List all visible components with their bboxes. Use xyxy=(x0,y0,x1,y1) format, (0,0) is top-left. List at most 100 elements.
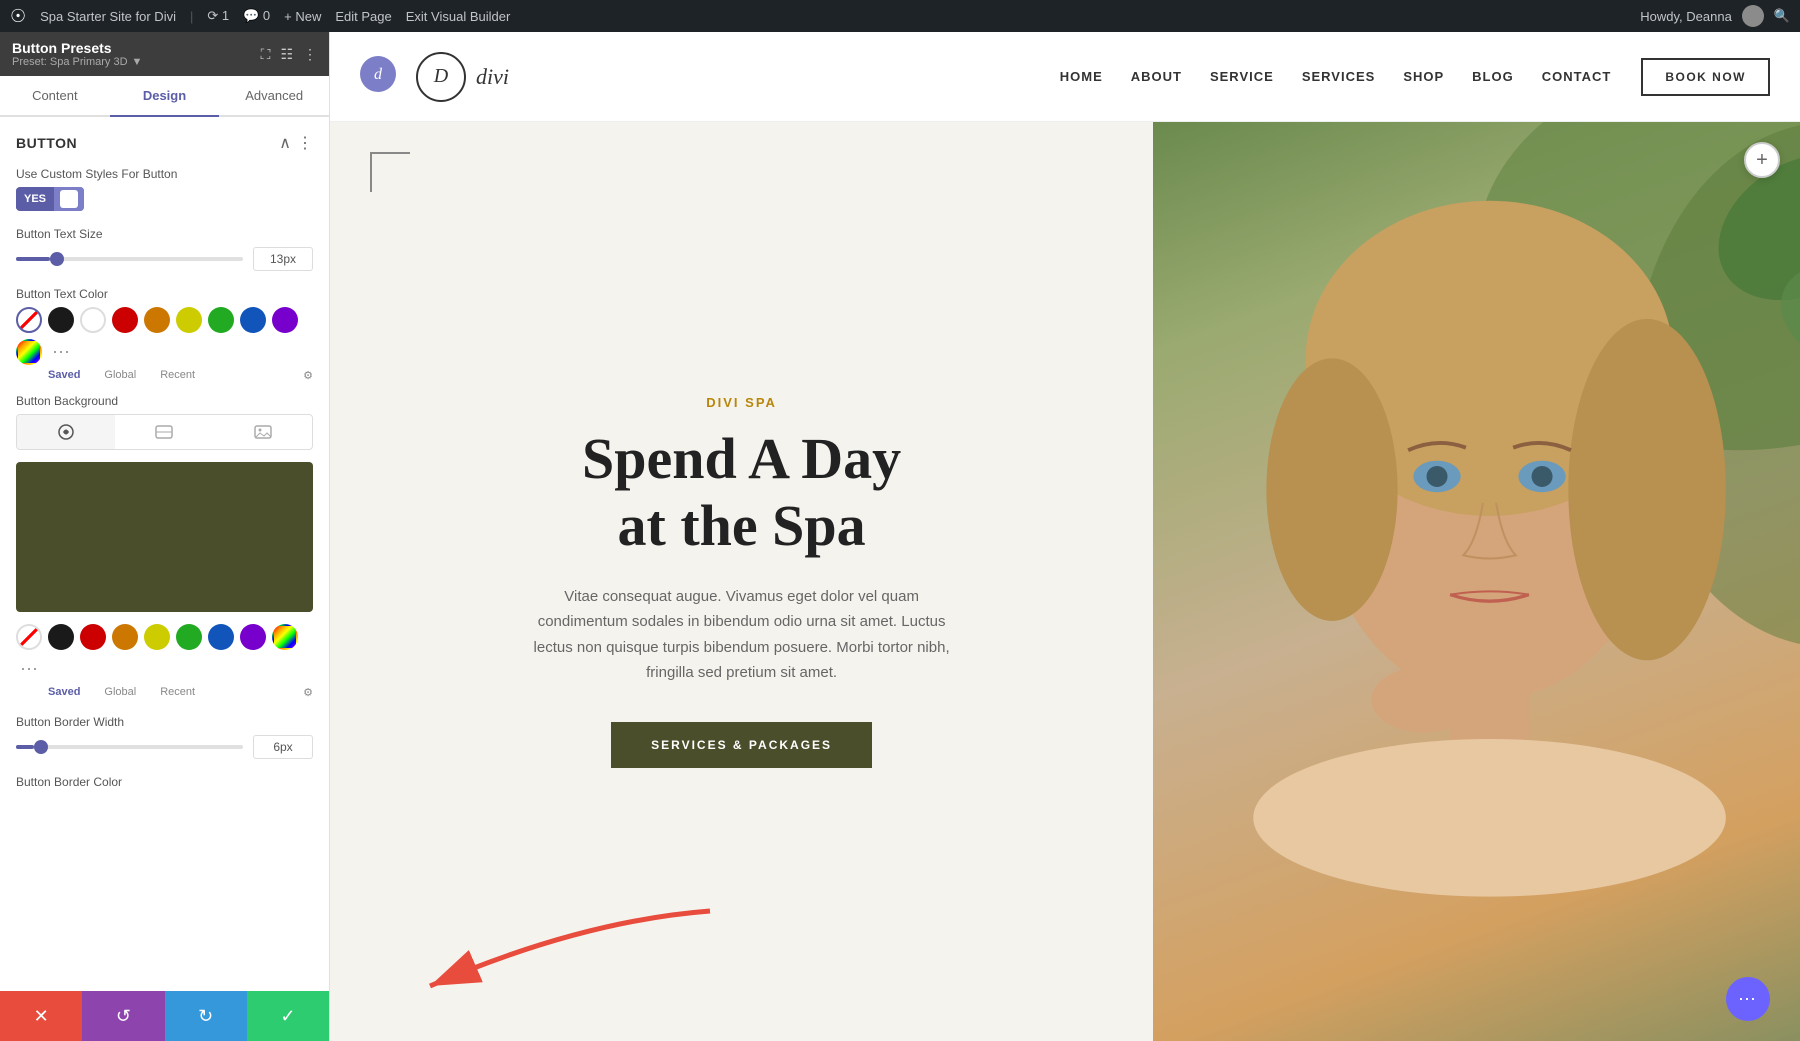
panel-tabs: Content Design Advanced xyxy=(0,76,329,117)
text-size-value[interactable]: 13px xyxy=(253,247,313,271)
nav-contact[interactable]: CONTACT xyxy=(1542,69,1612,84)
logo-text: divi xyxy=(476,64,509,90)
label-saved: Saved xyxy=(48,369,80,382)
panel-content: Button ∧ ⋮ Use Custom Styles For Button … xyxy=(0,117,329,991)
color-swatch-white[interactable] xyxy=(80,307,106,333)
nav-service[interactable]: SERVICE xyxy=(1210,69,1274,84)
collapse-icon[interactable]: ∧ xyxy=(279,133,291,153)
slider-thumb[interactable] xyxy=(50,252,64,266)
nav-home[interactable]: HOME xyxy=(1060,69,1103,84)
border-slider-thumb[interactable] xyxy=(34,740,48,754)
bg-color-custom[interactable] xyxy=(272,624,298,650)
color-swatch-red[interactable] xyxy=(112,307,138,333)
yes-toggle-button[interactable]: YES xyxy=(16,187,84,211)
border-width-group: Button Border Width 6px xyxy=(16,715,313,759)
bg-color-black[interactable] xyxy=(48,624,74,650)
color-swatch-transparent[interactable] xyxy=(16,307,42,333)
exit-builder-button[interactable]: Exit Visual Builder xyxy=(406,9,511,24)
save-button[interactable]: ✓ xyxy=(247,991,329,1041)
tab-advanced[interactable]: Advanced xyxy=(219,76,329,117)
bg-tab-color[interactable] xyxy=(17,415,115,449)
nav-blog[interactable]: BLOG xyxy=(1472,69,1514,84)
chevron-down-icon[interactable]: ▼ xyxy=(132,56,143,68)
redo-button[interactable]: ↻ xyxy=(165,991,247,1041)
border-slider-fill xyxy=(16,745,34,749)
toggle-thumb xyxy=(60,190,78,208)
user-avatar[interactable] xyxy=(1742,5,1764,27)
bg-color-green[interactable] xyxy=(176,624,202,650)
color-swatch-black[interactable] xyxy=(48,307,74,333)
bg-tab-image[interactable] xyxy=(214,415,312,449)
hero-image: + ⋯ xyxy=(1153,122,1800,1041)
add-element-button[interactable]: + xyxy=(1744,142,1780,178)
bg-color-purple[interactable] xyxy=(240,624,266,650)
maximize-icon[interactable]: ⛶ xyxy=(261,46,271,63)
new-button[interactable]: + New xyxy=(284,9,321,24)
color-swatch-blue[interactable] xyxy=(240,307,266,333)
custom-styles-group: Use Custom Styles For Button YES xyxy=(16,167,313,211)
bg-preview xyxy=(16,462,313,612)
color-swatch-orange[interactable] xyxy=(144,307,170,333)
panel-header-icons: ⛶ ☷ ⋮ xyxy=(261,46,317,63)
hero-eyebrow: DIVI SPA xyxy=(706,395,777,410)
comment-count[interactable]: 💬 0 xyxy=(243,8,270,24)
bg-color-swatches: ⋯ xyxy=(16,624,313,682)
tab-content[interactable]: Content xyxy=(0,76,110,117)
admin-bar-right: Howdy, Deanna 🔍 xyxy=(1640,5,1790,27)
more-colors-icon[interactable]: ⋯ xyxy=(48,339,74,365)
more-bg-colors-icon[interactable]: ⋯ xyxy=(16,656,42,682)
howdy-text: Howdy, Deanna xyxy=(1640,9,1732,24)
bg-settings-icon[interactable]: ⚙ xyxy=(303,686,313,699)
wordpress-icon[interactable]: ☉ xyxy=(10,6,26,27)
border-slider-container: 6px xyxy=(16,735,313,759)
color-swatch-yellow[interactable] xyxy=(176,307,202,333)
bg-label-recent: Recent xyxy=(160,686,195,699)
color-swatch-purple[interactable] xyxy=(272,307,298,333)
text-size-group: Button Text Size 13px xyxy=(16,227,313,271)
more-options-button[interactable]: ⋯ xyxy=(1726,977,1770,1021)
bg-color-labels: Saved Global Recent ⚙ xyxy=(16,686,313,699)
toggle-slider[interactable] xyxy=(54,187,84,211)
book-now-button[interactable]: BOOK NOW xyxy=(1641,58,1770,96)
bg-color-yellow[interactable] xyxy=(144,624,170,650)
section-more-icon[interactable]: ⋮ xyxy=(297,133,313,153)
cancel-button[interactable]: ✕ xyxy=(0,991,82,1041)
hero-cta-button[interactable]: SERVICES & PACKAGES xyxy=(611,722,872,768)
section-header: Button ∧ ⋮ xyxy=(16,133,313,153)
site-logo: D divi xyxy=(416,52,509,102)
edit-page-button[interactable]: Edit Page xyxy=(335,9,391,24)
nav-about[interactable]: ABOUT xyxy=(1131,69,1182,84)
site-name[interactable]: Spa Starter Site for Divi xyxy=(40,9,176,24)
border-color-label: Button Border Color xyxy=(16,775,313,789)
panel-subtitle: Preset: Spa Primary 3D ▼ xyxy=(12,56,142,68)
bg-color-blue[interactable] xyxy=(208,624,234,650)
background-label: Button Background xyxy=(16,394,313,408)
bg-color-orange[interactable] xyxy=(112,624,138,650)
grid-icon[interactable]: ☷ xyxy=(280,46,293,63)
text-size-label: Button Text Size xyxy=(16,227,313,241)
svg-text:d: d xyxy=(374,66,383,83)
color-swatch-green[interactable] xyxy=(208,307,234,333)
nav-services[interactable]: SERVICES xyxy=(1302,69,1376,84)
bg-tab-gradient[interactable] xyxy=(115,415,213,449)
more-icon[interactable]: ⋮ xyxy=(303,46,317,63)
text-size-slider[interactable] xyxy=(16,257,243,261)
toggle-yes-label: YES xyxy=(16,189,54,209)
bg-color-red[interactable] xyxy=(80,624,106,650)
border-width-value[interactable]: 6px xyxy=(253,735,313,759)
color-swatch-custom[interactable] xyxy=(16,339,42,365)
toggle-label: Use Custom Styles For Button xyxy=(16,167,313,181)
panel-header: Button Presets Preset: Spa Primary 3D ▼ … xyxy=(0,32,329,76)
search-icon[interactable]: 🔍 xyxy=(1774,8,1790,24)
border-width-slider[interactable] xyxy=(16,745,243,749)
settings-icon[interactable]: ⚙ xyxy=(303,369,313,382)
portrait-svg xyxy=(1153,122,1800,1041)
main-area: Button Presets Preset: Spa Primary 3D ▼ … xyxy=(0,32,1800,1041)
label-recent: Recent xyxy=(160,369,195,382)
notification-count[interactable]: ⟳ 1 xyxy=(207,8,229,24)
tab-design[interactable]: Design xyxy=(110,76,220,117)
nav-shop[interactable]: SHOP xyxy=(1403,69,1444,84)
separator: | xyxy=(190,9,193,24)
divi-builder-icon[interactable]: d xyxy=(360,56,396,97)
undo-button[interactable]: ↺ xyxy=(82,991,164,1041)
